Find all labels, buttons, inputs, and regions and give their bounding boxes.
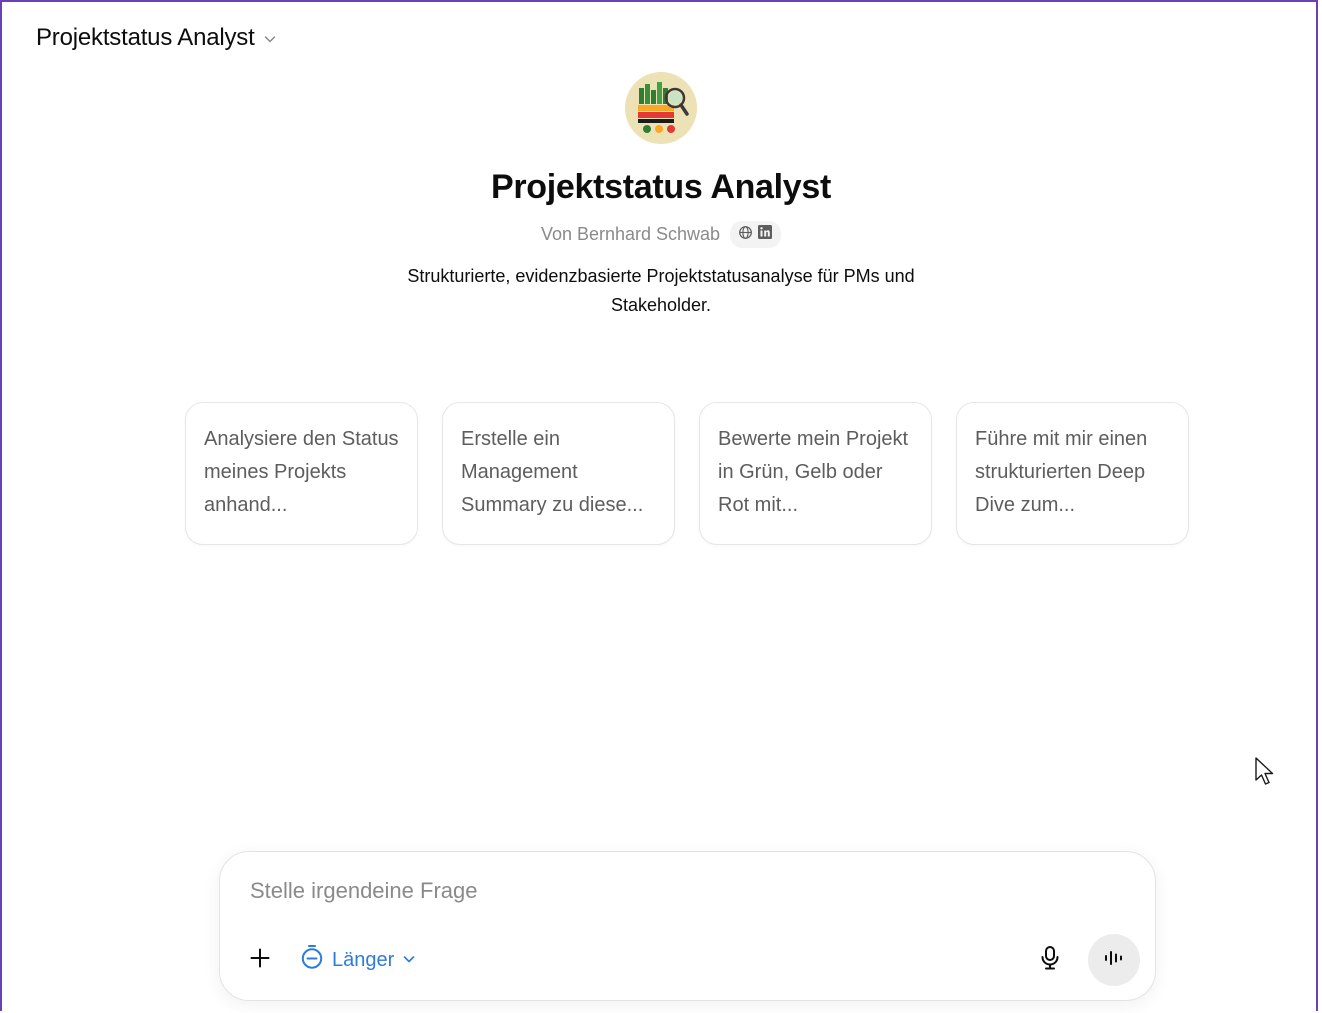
author-row: Von Bernhard Schwab xyxy=(540,221,782,248)
voice-mode-button[interactable] xyxy=(1088,934,1140,986)
voice-waveform-icon xyxy=(1103,949,1125,972)
conversation-starter-card[interactable]: Erstelle ein Management Summary zu diese… xyxy=(442,402,675,545)
globe-icon[interactable] xyxy=(738,224,753,245)
conversation-starters: Analysiere den Status meines Projekts an… xyxy=(185,402,1189,545)
conversation-starter-card[interactable]: Führe mit mir einen strukturierten Deep … xyxy=(956,402,1189,545)
author-links xyxy=(730,221,782,248)
plus-icon xyxy=(249,947,271,974)
starter-label: Führe mit mir einen strukturierten Deep … xyxy=(975,428,1148,516)
gpt-title: Projektstatus Analyst xyxy=(490,168,832,206)
mode-label: Länger xyxy=(332,948,395,971)
composer: Länger xyxy=(219,851,1156,1001)
dictate-button[interactable] xyxy=(1032,942,1068,978)
starter-label: Bewerte mein Projekt in Grün, Gelb oder … xyxy=(718,428,909,516)
add-attachment-button[interactable] xyxy=(242,942,278,978)
chevron-down-icon xyxy=(402,949,416,972)
starter-label: Analysiere den Status meines Projekts an… xyxy=(204,428,399,516)
gpt-selector-dropdown[interactable]: Projektstatus Analyst xyxy=(24,20,289,56)
linkedin-icon[interactable] xyxy=(757,224,773,245)
starter-label: Erstelle ein Management Summary zu diese… xyxy=(461,428,644,516)
message-input[interactable] xyxy=(250,878,1110,904)
chevron-down-icon xyxy=(263,32,277,46)
mouse-pointer-icon xyxy=(1254,756,1276,793)
conversation-starter-card[interactable]: Bewerte mein Projekt in Grün, Gelb oder … xyxy=(699,402,932,545)
thinking-mode-button[interactable]: Länger xyxy=(300,944,416,976)
gpt-intro: Projektstatus Analyst Von Bernhard Schwa… xyxy=(0,72,1322,320)
traffic-light-chart-magnifier-icon xyxy=(625,72,697,144)
header-title: Projektstatus Analyst xyxy=(36,24,255,51)
microphone-icon xyxy=(1040,945,1060,976)
timer-icon xyxy=(300,944,324,976)
author-name: Von Bernhard Schwab xyxy=(540,224,721,244)
conversation-starter-card[interactable]: Analysiere den Status meines Projekts an… xyxy=(185,402,418,545)
gpt-description: Strukturierte, evidenzbasierte Projektst… xyxy=(407,266,915,315)
